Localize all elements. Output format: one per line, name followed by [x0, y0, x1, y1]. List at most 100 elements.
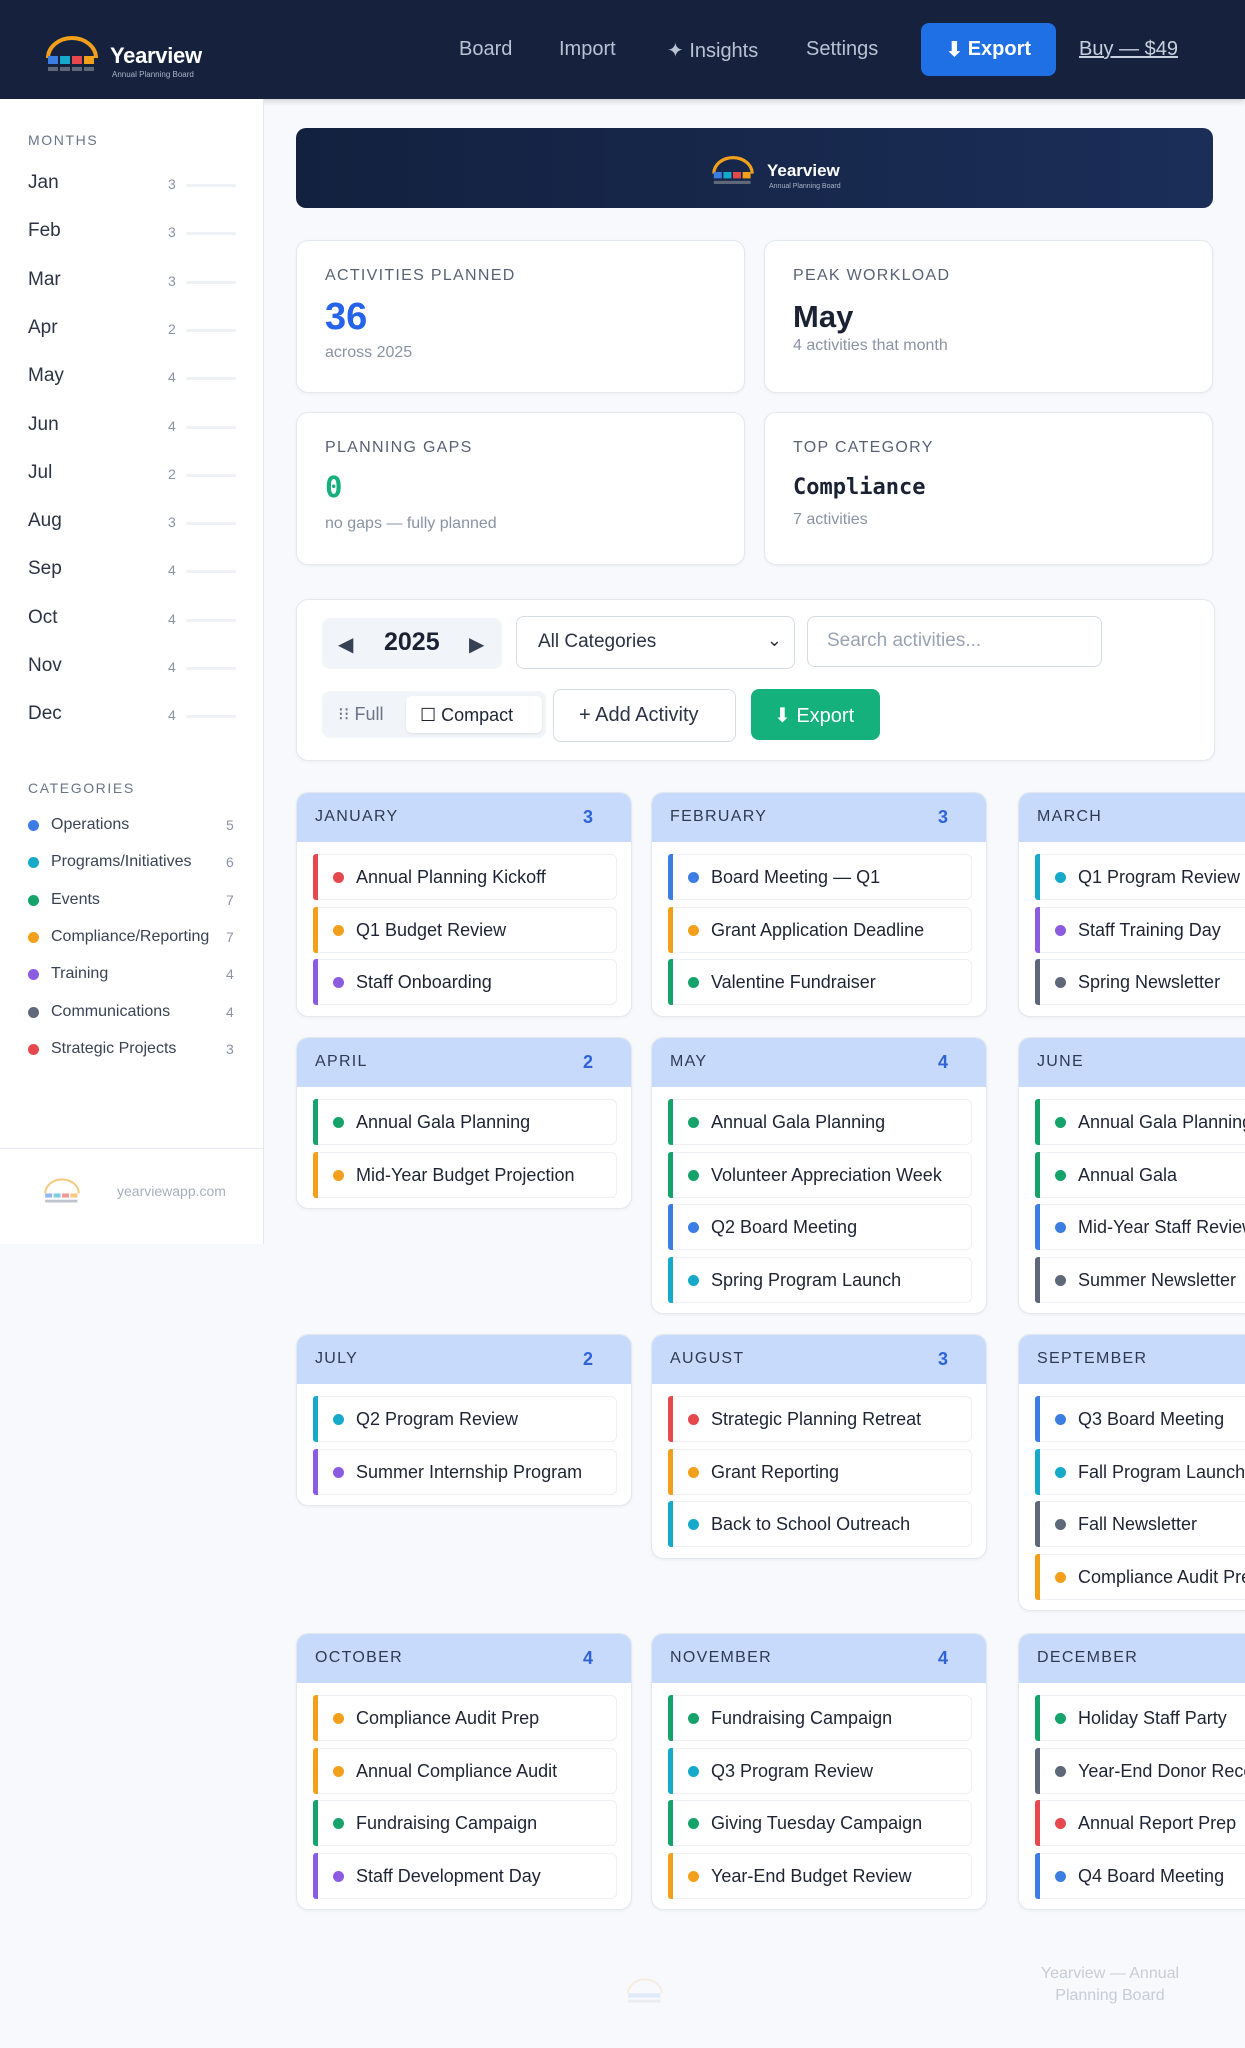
activity-item[interactable]: Mid-Year Budget Projection: [313, 1151, 617, 1198]
sidebar-category[interactable]: Strategic Projects 3: [28, 1038, 236, 1064]
view-full-button[interactable]: ⁝⁝ Full: [338, 704, 383, 725]
activity-category-stripe: [668, 1099, 673, 1145]
activity-category-dot: [688, 1818, 699, 1829]
activity-item[interactable]: Spring Newsletter: [1035, 959, 1245, 1005]
activity-title: Annual Gala: [1078, 1164, 1178, 1185]
activity-item[interactable]: Compliance Audit Prep: [313, 1695, 617, 1741]
activity-item[interactable]: Q2 Program Review: [313, 1396, 617, 1442]
sidebar-month-jul[interactable]: Jul 2: [28, 460, 236, 490]
activity-item[interactable]: Annual Compliance Audit: [313, 1747, 617, 1794]
sidebar-month-count: 2: [168, 320, 176, 337]
activity-category-dot: [688, 977, 699, 988]
buy-link[interactable]: Buy — $49: [1079, 38, 1178, 61]
sidebar-month-apr[interactable]: Apr 2: [28, 315, 236, 345]
activity-item[interactable]: Fundraising Campaign: [668, 1695, 972, 1741]
export-button[interactable]: ⬇ Export: [751, 689, 880, 740]
sidebar-month-feb[interactable]: Feb 3: [28, 218, 236, 248]
activity-title: Annual Report Prep: [1078, 1813, 1237, 1833]
activity-item[interactable]: Annual Gala: [1035, 1151, 1245, 1198]
activity-item[interactable]: Board Meeting — Q1: [668, 854, 972, 900]
activity-item[interactable]: Strategic Planning Retreat: [668, 1396, 972, 1442]
activity-item[interactable]: Annual Report Prep: [1035, 1800, 1245, 1846]
category-select[interactable]: All Categories ⌄: [516, 616, 795, 669]
nav-settings[interactable]: Settings: [806, 38, 878, 61]
month-card-header: AUGUST 3: [652, 1335, 986, 1384]
activity-item[interactable]: Staff Training Day: [1035, 906, 1245, 953]
sidebar-month-aug[interactable]: Aug 3: [28, 508, 236, 538]
activity-item[interactable]: Grant Application Deadline: [668, 906, 972, 953]
sidebar-month-nov[interactable]: Nov 4: [28, 653, 236, 683]
brand-name: Yearview: [110, 43, 202, 68]
activity-item[interactable]: Annual Gala Planning: [668, 1099, 972, 1145]
activity-item[interactable]: Spring Program Launch: [668, 1256, 972, 1303]
activity-category-dot: [688, 1222, 699, 1233]
sidebar-category[interactable]: Communications 4: [28, 1001, 236, 1027]
activity-item[interactable]: Staff Development Day: [313, 1852, 617, 1899]
search-input[interactable]: Search activities...: [807, 616, 1102, 667]
activity-item[interactable]: Fundraising Campaign: [313, 1800, 617, 1846]
activity-item[interactable]: Q4 Board Meeting: [1035, 1852, 1245, 1899]
activity-item[interactable]: Valentine Fundraiser: [668, 959, 972, 1005]
activity-item[interactable]: Annual Planning Kickoff: [313, 854, 617, 900]
stat-value: May: [793, 299, 854, 334]
activity-category-dot: [1055, 1519, 1066, 1530]
activity-title: Q3 Program Review: [711, 1760, 874, 1781]
activity-item[interactable]: Summer Internship Program: [313, 1448, 617, 1495]
next-year-icon[interactable]: ▶: [469, 632, 484, 657]
activity-category-stripe: [1035, 1151, 1040, 1198]
activity-category-stripe: [668, 1256, 673, 1303]
activity-item[interactable]: Year-End Budget Review: [668, 1852, 972, 1899]
stat-sub: 4 activities that month: [793, 337, 948, 354]
add-activity-button[interactable]: + Add Activity: [553, 689, 736, 742]
activity-item[interactable]: Volunteer Appreciation Week: [668, 1151, 972, 1198]
sidebar-category[interactable]: Training 4: [28, 963, 236, 989]
sidebar-footer-url[interactable]: yearviewapp.com: [117, 1183, 226, 1199]
activity-item[interactable]: Grant Reporting: [668, 1448, 972, 1495]
month-card-header: JULY 2: [297, 1335, 631, 1384]
sidebar-month-mar[interactable]: Mar 3: [28, 267, 236, 297]
view-compact-button[interactable]: ☐ Compact: [406, 696, 542, 733]
activity-item[interactable]: Q2 Board Meeting: [668, 1204, 972, 1250]
sidebar-month-name: Dec: [28, 703, 62, 725]
activity-item[interactable]: Compliance Audit Prep: [1035, 1553, 1245, 1600]
activity-item[interactable]: Summer Newsletter: [1035, 1256, 1245, 1303]
sidebar-month-count: 3: [168, 514, 176, 531]
nav-export-button[interactable]: ⬇ Export: [921, 23, 1056, 76]
activity-item[interactable]: Annual Gala Planning: [313, 1099, 617, 1145]
sidebar-category[interactable]: Programs/Initiatives 6: [28, 851, 236, 877]
sidebar-month-name: Oct: [28, 606, 58, 628]
hero-banner: Yearview Annual Planning Board: [296, 128, 1213, 208]
activity-item[interactable]: Q3 Program Review: [668, 1747, 972, 1794]
sidebar-category[interactable]: Operations 5: [28, 814, 236, 840]
activity-title: Giving Tuesday Campaign: [711, 1813, 923, 1833]
sidebar-month-may[interactable]: May 4: [28, 363, 236, 393]
sidebar-month-jan[interactable]: Jan 3: [28, 170, 236, 200]
activity-category-stripe: [668, 1800, 673, 1846]
sidebar-category[interactable]: Events 7: [28, 889, 236, 915]
month-card-december: DECEMBER Holiday Staff Party Year-End Dono…: [1018, 1633, 1245, 1910]
nav-import[interactable]: Import: [559, 38, 616, 61]
activity-item[interactable]: Year-End Donor Recognition: [1035, 1747, 1245, 1794]
activity-item[interactable]: Q1 Budget Review: [313, 906, 617, 953]
activity-item[interactable]: Back to School Outreach: [668, 1501, 972, 1547]
activity-item[interactable]: Staff Onboarding: [313, 959, 617, 1005]
sidebar-category[interactable]: Compliance/Reporting 7: [28, 926, 236, 952]
activity-item[interactable]: Fall Program Launch: [1035, 1448, 1245, 1495]
activity-item[interactable]: Mid-Year Staff Review: [1035, 1204, 1245, 1250]
sidebar-month-bar: [186, 618, 236, 622]
sidebar-month-dec[interactable]: Dec 4: [28, 701, 236, 731]
sidebar-month-jun[interactable]: Jun 4: [28, 412, 236, 442]
nav-board[interactable]: Board: [459, 38, 512, 61]
nav-insights[interactable]: ✦ Insights: [667, 38, 758, 63]
activity-item[interactable]: Giving Tuesday Campaign: [668, 1800, 972, 1846]
stat-label: PEAK WORKLOAD: [793, 267, 951, 284]
sidebar-month-sep[interactable]: Sep 4: [28, 556, 236, 586]
activity-item[interactable]: Holiday Staff Party: [1035, 1695, 1245, 1741]
activity-item[interactable]: Q3 Board Meeting: [1035, 1396, 1245, 1442]
sidebar-month-oct[interactable]: Oct 4: [28, 605, 236, 635]
previous-year-icon[interactable]: ◀: [338, 632, 353, 657]
activity-item[interactable]: Fall Newsletter: [1035, 1501, 1245, 1547]
activity-item[interactable]: Annual Gala Planning: [1035, 1099, 1245, 1145]
activity-item[interactable]: Q1 Program Review: [1035, 854, 1245, 900]
sidebar-month-count: 4: [168, 659, 176, 675]
